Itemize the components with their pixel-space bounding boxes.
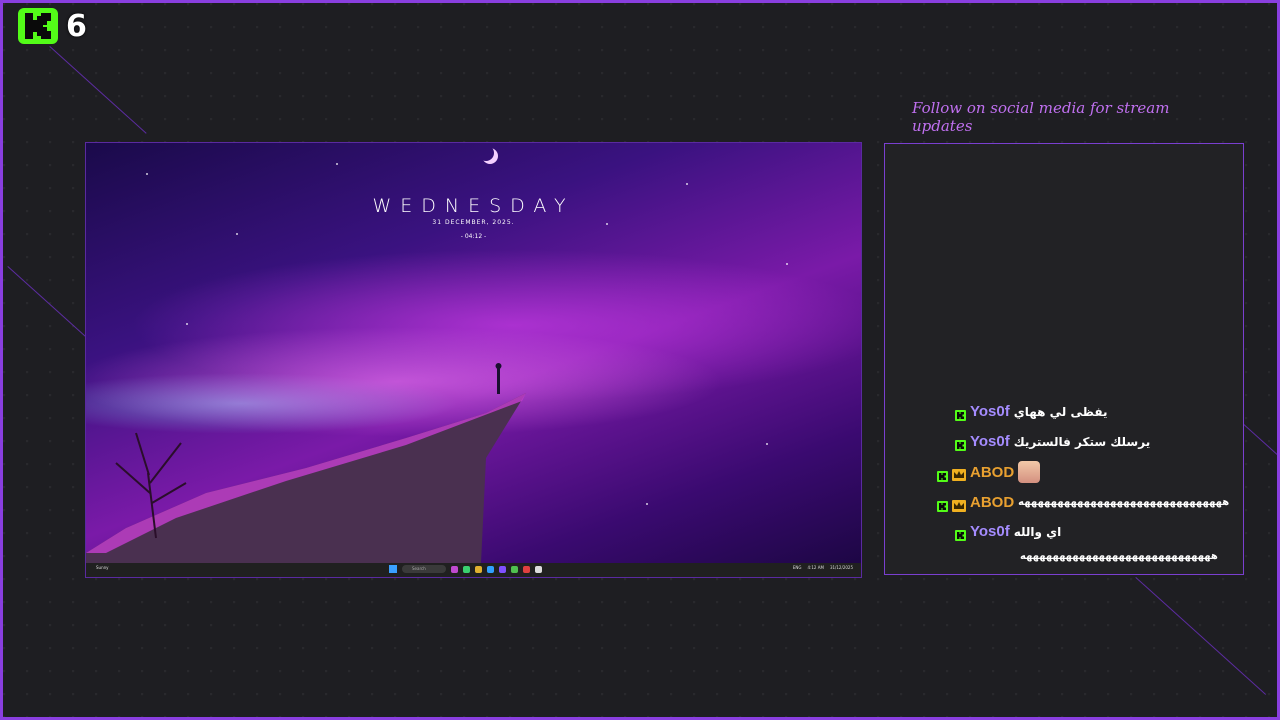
app-icon[interactable] (511, 565, 518, 573)
chat-message: Yos0f اي والله (955, 523, 1062, 541)
taskbar-apps: Search (389, 565, 542, 573)
viewer-count: 6 (66, 8, 87, 44)
chat-text: يرسلك ستكر فالستريك (1013, 434, 1151, 449)
emote-icon (1018, 461, 1041, 483)
app-icon[interactable] (451, 565, 458, 573)
start-icon[interactable] (389, 565, 397, 573)
cliff-illustration (86, 363, 526, 563)
moon-icon (478, 145, 494, 161)
app-icon[interactable] (463, 565, 470, 573)
tray-clock-date[interactable]: 31/12/2025 (830, 565, 853, 570)
crown-badge-icon (952, 466, 966, 481)
wallpaper-day: WEDNESDAY (372, 195, 575, 217)
chat-username[interactable]: ABOD (970, 494, 1014, 511)
kick-badge-icon (937, 467, 948, 482)
chat-username[interactable]: Yos0f (970, 433, 1010, 450)
tray-language[interactable]: ENG (793, 565, 802, 570)
chat-text: يفظى لي ههاي (1013, 404, 1108, 419)
crown-badge-icon (952, 497, 966, 512)
taskbar: Sunny Search ENG 4:12 AM 31/12/2025 (86, 563, 861, 577)
chat-username[interactable]: Yos0f (970, 403, 1010, 420)
wallpaper-date: 31 DECEMBER, 2025. (432, 219, 515, 226)
chat-message-continuation: هههههههههههههههههههههههههههههه (1020, 551, 1218, 562)
chat-text: هههههههههههههههههههههههههههههه (1020, 551, 1218, 562)
folder-icon[interactable] (475, 565, 482, 573)
follow-banner: Follow on social media for stream update… (912, 99, 1170, 135)
chat-message: ABOD (937, 461, 1041, 483)
kick-badge-icon (955, 406, 966, 421)
kick-badge-icon (955, 526, 966, 541)
chat-text: هههههههههههههههههههههههههههههههه (1018, 497, 1230, 508)
app-icon[interactable] (487, 565, 494, 573)
chat-message: Yos0f يفظى لي ههاي (955, 403, 1108, 421)
tray-clock-time[interactable]: 4:12 AM (807, 565, 823, 570)
system-tray: ENG 4:12 AM 31/12/2025 (793, 565, 853, 570)
kick-badge-icon (937, 497, 948, 512)
chat-message: ABOD هههههههههههههههههههههههههههههههه (937, 494, 1230, 512)
app-icon[interactable] (535, 565, 542, 573)
screen-capture: WEDNESDAY 31 DECEMBER, 2025. - 04:12 - S… (85, 142, 862, 578)
wallpaper-time: - 04:12 - (460, 233, 487, 240)
viewer-count-badge: 6 (18, 8, 87, 44)
chat-message: Yos0f يرسلك ستكر فالستريك (955, 433, 1151, 451)
chat-username[interactable]: ABOD (970, 464, 1014, 481)
kick-badge-icon (955, 436, 966, 451)
chat-text: اي والله (1013, 524, 1062, 539)
taskbar-search[interactable]: Search (402, 565, 446, 573)
taskbar-weather[interactable]: Sunny (96, 565, 109, 570)
app-icon[interactable] (523, 565, 530, 573)
app-icon[interactable] (499, 565, 506, 573)
chat-username[interactable]: Yos0f (970, 523, 1010, 540)
kick-logo-icon (18, 8, 58, 44)
